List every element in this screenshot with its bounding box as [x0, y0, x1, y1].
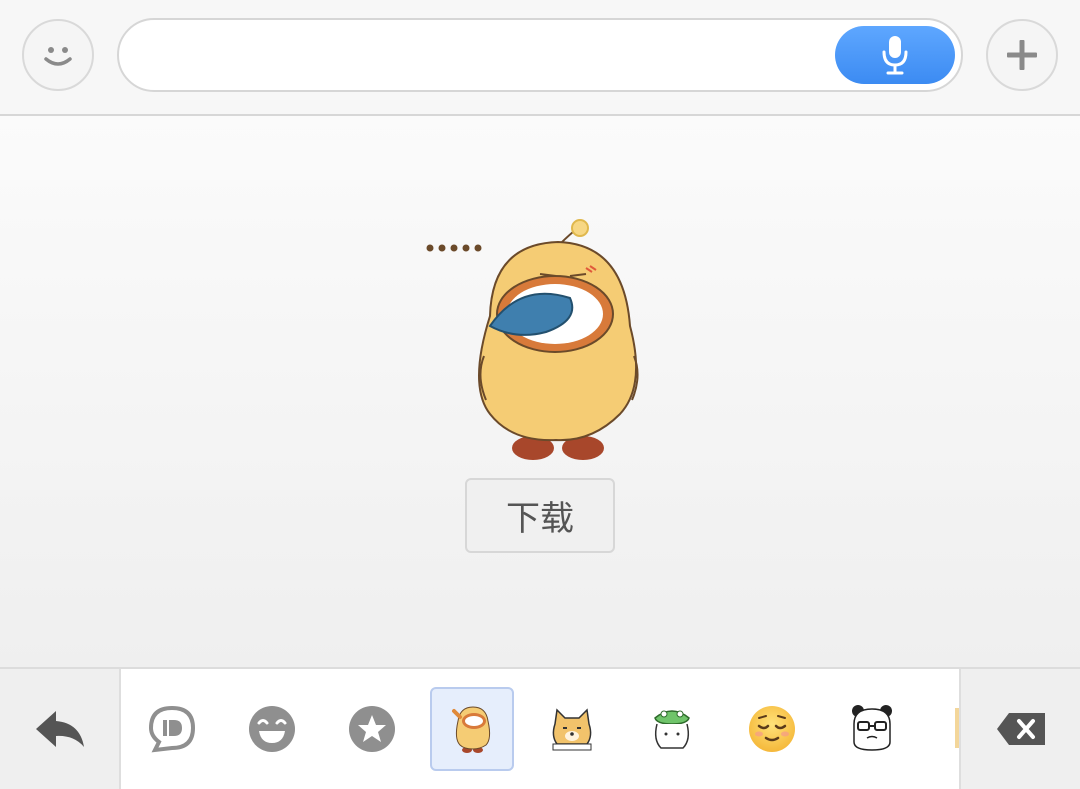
grinning-face-icon [249, 706, 295, 752]
back-button[interactable] [0, 669, 121, 789]
backspace-icon [996, 713, 1045, 745]
sticker-keyboard-screen: 下载 [0, 0, 1080, 789]
tab-shiba-pack[interactable] [530, 687, 614, 771]
tab-emoji-face-pack[interactable] [730, 687, 814, 771]
delete-button[interactable] [959, 669, 1080, 789]
message-input-field[interactable] [117, 18, 963, 92]
emoji-toggle-button[interactable] [22, 19, 94, 91]
microphone-icon [882, 36, 908, 75]
message-text-input[interactable] [143, 34, 827, 78]
more-options-button[interactable] [986, 19, 1058, 91]
tab-favorites[interactable] [330, 687, 414, 771]
sticker-preview-image [426, 219, 639, 460]
tab-yellow-chick-pack[interactable] [430, 687, 514, 771]
sticker-tray [0, 667, 1080, 789]
message-input-bar [0, 0, 1080, 116]
yellow-chick-sticker-icon [452, 706, 491, 753]
plus-icon [1007, 40, 1037, 70]
shiba-dog-sticker-icon [552, 708, 592, 751]
voice-input-button[interactable] [835, 26, 955, 84]
download-button[interactable]: 下载 [465, 478, 615, 553]
relieved-face-icon [749, 706, 795, 752]
smiley-face-icon [44, 47, 72, 66]
sticker-preview-panel: 下载 [0, 116, 1080, 667]
speech-bubble-icon [148, 705, 196, 753]
tray-overflow-indicator [955, 708, 959, 748]
tab-frog-hat-pack[interactable] [630, 687, 714, 771]
tab-emoji[interactable] [230, 687, 314, 771]
tab-panda-pack[interactable] [830, 687, 914, 771]
frog-hat-sticker-icon [654, 710, 690, 749]
reply-arrow-icon [35, 711, 84, 747]
star-icon [349, 706, 395, 752]
tab-recent[interactable] [130, 687, 214, 771]
panda-glasses-sticker-icon [852, 705, 892, 751]
